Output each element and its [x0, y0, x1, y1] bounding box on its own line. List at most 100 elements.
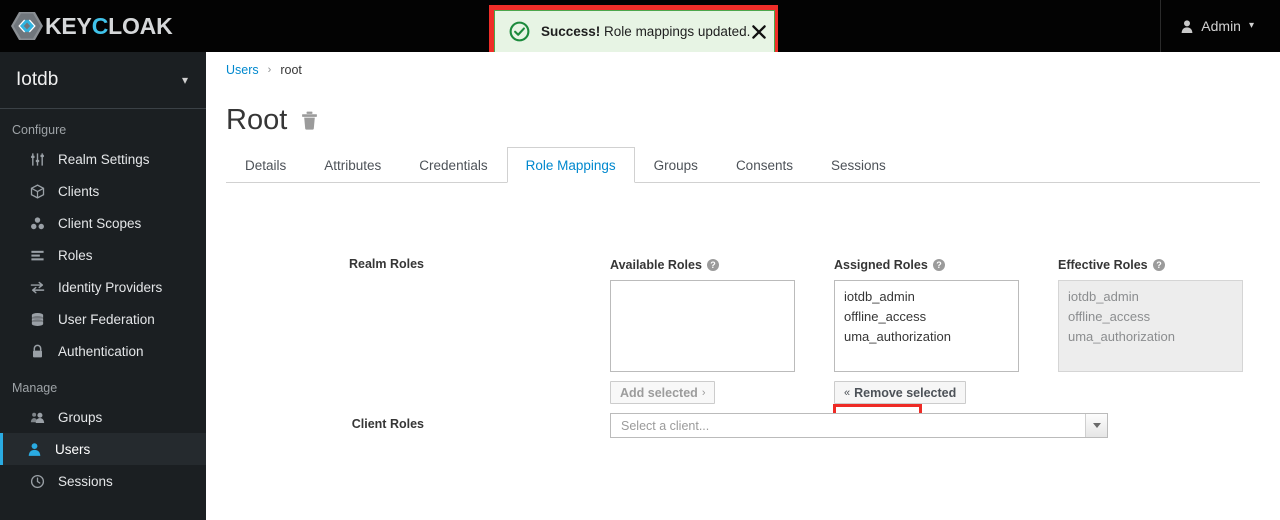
client-roles-label: Client Roles — [351, 417, 424, 431]
client-select-dropdown-button[interactable] — [1085, 414, 1107, 437]
brand-loak-text: LOAK — [108, 12, 173, 39]
sidebar-item-clients[interactable]: Clients — [0, 175, 206, 207]
sidebar-item-client-scopes[interactable]: Client Scopes — [0, 207, 206, 239]
client-select[interactable]: Select a client... — [610, 413, 1108, 438]
tab-label: Consents — [735, 157, 793, 173]
svg-text:?: ? — [936, 260, 942, 270]
tab-attributes[interactable]: Attributes — [305, 147, 400, 182]
keycloak-hexagon-logo — [11, 12, 43, 40]
assigned-roles-column: Assigned Roles ? iotdb_admin offline_acc… — [834, 257, 1019, 404]
sidebar-item-users[interactable]: Users — [0, 433, 206, 465]
assigned-role-option[interactable]: offline_access — [835, 307, 1018, 327]
exchange-arrows-icon — [29, 279, 46, 295]
breadcrumb: Users › root — [226, 63, 302, 77]
sidebar-navigation: Iotdb ▾ Configure Realm Settings Clients… — [0, 52, 206, 520]
help-circle-icon[interactable]: ? — [932, 259, 945, 271]
close-icon — [752, 24, 767, 39]
remove-selected-label: Remove selected — [854, 385, 957, 400]
svg-text:?: ? — [1156, 260, 1162, 270]
sidebar-item-authentication[interactable]: Authentication — [0, 335, 206, 367]
sliders-icon — [29, 151, 46, 167]
lock-icon — [29, 343, 46, 359]
sidebar-label: Roles — [58, 247, 93, 263]
sidebar-item-identity-providers[interactable]: Identity Providers — [0, 271, 206, 303]
tab-details[interactable]: Details — [226, 147, 305, 182]
effective-roles-title: Effective Roles — [1058, 258, 1148, 272]
help-circle-icon[interactable]: ? — [706, 259, 719, 271]
sidebar-label: Sessions — [58, 473, 113, 489]
assigned-roles-title: Assigned Roles — [834, 258, 928, 272]
assigned-role-option[interactable]: uma_authorization — [835, 327, 1018, 347]
effective-role-option: offline_access — [1068, 309, 1151, 324]
add-selected-label: Add selected — [620, 385, 698, 400]
tab-label: Attributes — [324, 157, 382, 173]
effective-role-option: iotdb_admin — [1068, 289, 1139, 304]
main-content: Users › root Root Details Attributes Cre… — [206, 52, 1280, 520]
available-roles-column: Available Roles ? Add selected › — [610, 257, 795, 404]
effective-roles-header: Effective Roles ? — [1058, 257, 1243, 273]
success-alert-highlight: Success! Role mappings updated. — [489, 5, 778, 56]
sidebar-label: Realm Settings — [58, 151, 150, 167]
tab-sessions[interactable]: Sessions — [812, 147, 905, 182]
database-icon — [29, 311, 46, 327]
sidebar-item-realm-settings[interactable]: Realm Settings — [0, 143, 206, 175]
effective-roles-column: Effective Roles ? iotdb_admin offline_ac… — [1058, 257, 1243, 372]
sidebar-item-sessions[interactable]: Sessions — [0, 465, 206, 497]
tab-label: Details — [245, 157, 287, 173]
brand-c-text: C — [91, 12, 109, 39]
client-select-value: Select a client... — [621, 418, 710, 433]
tab-credentials[interactable]: Credentials — [400, 147, 506, 182]
assigned-roles-listbox[interactable]: iotdb_admin offline_access uma_authoriza… — [834, 280, 1019, 372]
sidebar-label: Clients — [58, 183, 100, 199]
breadcrumb-link-users[interactable]: Users — [226, 63, 259, 77]
chevron-down-icon: ▾ — [1248, 20, 1254, 31]
help-circle-icon[interactable]: ? — [1152, 259, 1165, 271]
sidebar-label: Identity Providers — [58, 279, 163, 295]
user-icon — [26, 441, 43, 457]
add-selected-button[interactable]: Add selected › — [610, 381, 716, 404]
sidebar-label: Client Scopes — [58, 215, 142, 231]
assigned-roles-header: Assigned Roles ? — [834, 257, 1019, 273]
tab-role-mappings[interactable]: Role Mappings — [506, 147, 635, 183]
alert-close-button[interactable] — [750, 23, 768, 41]
check-circle-icon — [509, 21, 530, 42]
list-lines-icon — [29, 247, 46, 263]
tab-label: Role Mappings — [525, 157, 616, 173]
effective-roles-listbox: iotdb_admin offline_access uma_authoriza… — [1058, 280, 1243, 372]
svg-text:?: ? — [710, 260, 716, 270]
tab-label: Groups — [653, 157, 698, 173]
tab-bar: Details Attributes Credentials Role Mapp… — [226, 147, 1260, 183]
admin-label: Admin — [1201, 18, 1241, 34]
triangle-down-icon — [1092, 423, 1101, 428]
page-title-row: Root — [226, 104, 318, 137]
tab-consents[interactable]: Consents — [717, 147, 812, 182]
brand-key-text: KEY — [45, 12, 92, 39]
chevron-left-icon: « — [844, 386, 851, 399]
alert-message: Success! Role mappings updated. — [541, 24, 750, 39]
breadcrumb-separator-icon: › — [267, 64, 272, 76]
chevron-down-icon: ▾ — [181, 73, 188, 87]
tab-groups[interactable]: Groups — [635, 147, 717, 182]
sidebar-item-groups[interactable]: Groups — [0, 401, 206, 433]
effective-role-option: uma_authorization — [1068, 329, 1175, 344]
alert-strong-text: Success! — [541, 24, 601, 39]
success-alert: Success! Role mappings updated. — [494, 10, 775, 53]
alert-body-text: Role mappings updated. — [600, 24, 751, 39]
remove-selected-button[interactable]: « Remove selected — [834, 381, 967, 404]
nav-section-manage-title: Manage — [12, 381, 58, 395]
tab-label: Credentials — [419, 157, 488, 173]
realm-roles-label: Realm Roles — [348, 257, 424, 271]
users-group-icon — [29, 409, 46, 425]
sidebar-item-roles[interactable]: Roles — [0, 239, 206, 271]
trash-icon[interactable] — [301, 111, 318, 130]
cubes-icon — [29, 215, 46, 231]
realm-selector[interactable]: Iotdb ▾ — [0, 52, 206, 109]
available-roles-listbox[interactable] — [610, 280, 795, 372]
admin-user-menu[interactable]: Admin ▾ — [1181, 18, 1254, 34]
nav-section-configure-title: Configure — [12, 123, 67, 137]
sidebar-label: Groups — [58, 409, 103, 425]
assigned-role-option[interactable]: iotdb_admin — [835, 287, 1018, 307]
tab-label: Sessions — [830, 157, 886, 173]
sidebar-item-user-federation[interactable]: User Federation — [0, 303, 206, 335]
keycloak-brand[interactable]: KEY C LOAK — [10, 10, 173, 42]
